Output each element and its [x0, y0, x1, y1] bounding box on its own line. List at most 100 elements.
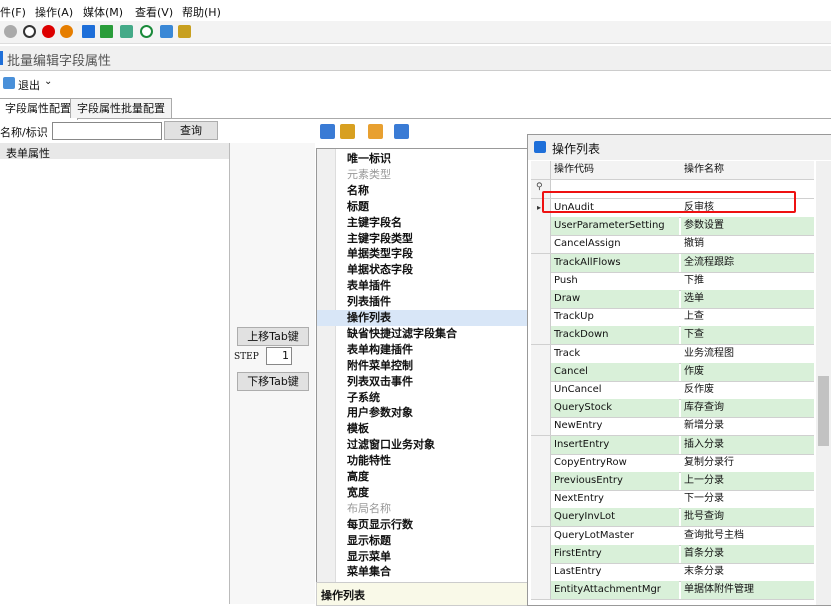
row-header[interactable] [531, 326, 551, 345]
row-header[interactable] [531, 453, 551, 472]
search-button[interactable]: 查询 [164, 121, 218, 140]
property-row[interactable]: 单据状态字段 [317, 262, 529, 278]
operation-name-cell[interactable]: 作废 [681, 362, 814, 381]
table-row[interactable]: InsertEntry 插入分录 [531, 435, 814, 455]
operation-code-cell[interactable]: CopyEntryRow [551, 454, 679, 472]
table-row[interactable]: QueryInvLot 批号查询 [531, 508, 814, 528]
operation-name-cell[interactable]: 复制分录行 [681, 454, 814, 472]
operation-name-cell[interactable]: 业务流程图 [681, 345, 814, 363]
table-row[interactable]: NewEntry 新增分录 [531, 417, 814, 437]
operation-name-cell[interactable]: 下推 [681, 272, 814, 290]
operation-code-cell[interactable]: Cancel [551, 362, 679, 381]
row-header[interactable] [531, 544, 551, 563]
operation-name-cell[interactable]: 反作废 [681, 381, 814, 399]
play-icon[interactable] [100, 25, 113, 38]
operation-code-cell[interactable]: TrackDown [551, 326, 679, 345]
property-row[interactable]: 操作列表 [317, 310, 529, 326]
categorized-icon[interactable] [320, 124, 335, 139]
row-header[interactable] [531, 253, 551, 272]
operation-code-cell[interactable]: FirstEntry [551, 544, 679, 563]
property-row[interactable]: 标题 [317, 199, 529, 215]
property-row[interactable]: 模板 [317, 421, 529, 437]
menu-help[interactable]: 帮助(H) [182, 4, 221, 20]
search-input[interactable] [52, 122, 162, 140]
move-down-button[interactable]: 下移Tab键 [237, 372, 309, 391]
row-header[interactable] [531, 290, 551, 308]
operation-code-cell[interactable]: CancelAssign [551, 235, 679, 253]
property-row[interactable]: 列表双击事件 [317, 374, 529, 390]
folder-icon[interactable] [178, 25, 191, 38]
property-row[interactable]: 功能特性 [317, 453, 529, 469]
disabled-icon[interactable] [4, 25, 17, 38]
operation-name-cell[interactable]: 上一分录 [681, 472, 814, 490]
tab-field-config[interactable]: 字段属性配置 [0, 98, 78, 120]
table-row[interactable]: FirstEntry 首条分录 [531, 544, 814, 564]
property-row[interactable]: 每页显示行数 [317, 517, 529, 533]
table-row[interactable]: Cancel 作废 [531, 362, 814, 382]
sort-az-icon[interactable] [340, 124, 355, 139]
row-header[interactable] [531, 271, 551, 290]
record-icon[interactable] [42, 25, 55, 38]
operation-code-cell[interactable]: Draw [551, 290, 679, 308]
operation-code-cell[interactable]: NextEntry [551, 490, 679, 508]
operation-code-cell[interactable]: LastEntry [551, 563, 679, 581]
table-row[interactable]: Draw 选单 [531, 290, 814, 309]
operation-name-cell[interactable]: 下查 [681, 326, 814, 345]
table-row[interactable]: QueryStock 库存查询 [531, 399, 814, 419]
operation-name-cell[interactable]: 选单 [681, 290, 814, 308]
row-header[interactable] [531, 308, 551, 327]
operation-name-cell[interactable]: 下一分录 [681, 490, 814, 508]
property-row[interactable]: 主键字段类型 [317, 231, 529, 247]
operation-code-cell[interactable]: UnCancel [551, 381, 679, 399]
power-icon[interactable] [60, 25, 73, 38]
property-pages-icon[interactable] [368, 124, 383, 139]
operation-name-cell[interactable]: 全流程跟踪 [681, 253, 814, 272]
operation-code-cell[interactable]: TrackUp [551, 308, 679, 326]
scrollbar-thumb[interactable] [818, 376, 829, 446]
row-header[interactable] [531, 581, 551, 600]
property-row[interactable]: 列表插件 [317, 294, 529, 310]
property-row[interactable]: 高度 [317, 469, 529, 485]
monitor-icon[interactable] [160, 25, 173, 38]
refresh-icon[interactable] [140, 25, 153, 38]
table-row[interactable]: TrackDown 下查 [531, 326, 814, 346]
property-row[interactable]: 菜单集合 [317, 564, 529, 580]
row-header[interactable] [531, 362, 551, 381]
row-header[interactable] [531, 399, 551, 418]
operation-code-cell[interactable]: Push [551, 272, 679, 290]
property-row[interactable]: 子系统 [317, 390, 529, 406]
operation-code-cell[interactable]: QueryInvLot [551, 508, 679, 527]
property-row[interactable]: 唯一标识 [317, 151, 529, 167]
operation-name-cell[interactable]: 单据体附件管理 [681, 581, 814, 600]
property-row[interactable]: 显示标题 [317, 533, 529, 549]
operation-code-cell[interactable]: UserParameterSetting [551, 217, 679, 236]
property-row[interactable]: 过滤窗口业务对象 [317, 437, 529, 453]
operation-code-cell[interactable]: QueryLotMaster [551, 527, 679, 545]
menu-media[interactable]: 媒体(M) [83, 4, 123, 20]
property-row[interactable]: 布局名称 [317, 501, 529, 517]
property-row[interactable]: 宽度 [317, 485, 529, 501]
row-header[interactable] [531, 235, 551, 254]
operation-code-cell[interactable]: InsertEntry [551, 435, 679, 454]
settings-icon[interactable] [120, 25, 133, 38]
property-row[interactable]: 表单插件 [317, 278, 529, 294]
property-row[interactable]: 显示菜单 [317, 549, 529, 565]
table-row[interactable]: PreviousEntry 上一分录 [531, 472, 814, 491]
row-header[interactable] [531, 217, 551, 236]
operation-code-cell[interactable]: Track [551, 345, 679, 363]
column-header-name[interactable]: 操作名称 [681, 161, 814, 179]
property-row[interactable]: 名称 [317, 183, 529, 199]
operation-name-cell[interactable]: 参数设置 [681, 217, 814, 236]
operation-name-cell[interactable]: 首条分录 [681, 544, 814, 563]
chevron-down-icon[interactable]: ⌄ [44, 76, 52, 87]
step-input[interactable]: 1 [266, 347, 292, 365]
property-row[interactable]: 缺省快捷过滤字段集合 [317, 326, 529, 342]
operation-code-cell[interactable]: EntityAttachmentMgr [551, 581, 679, 600]
property-row[interactable]: 附件菜单控制 [317, 358, 529, 374]
stop-icon[interactable] [23, 25, 36, 38]
exit-icon[interactable] [3, 77, 15, 89]
property-row[interactable]: 元素类型 [317, 167, 529, 183]
property-help-icon[interactable] [394, 124, 409, 139]
row-header[interactable] [531, 435, 551, 454]
row-header[interactable] [531, 563, 551, 581]
